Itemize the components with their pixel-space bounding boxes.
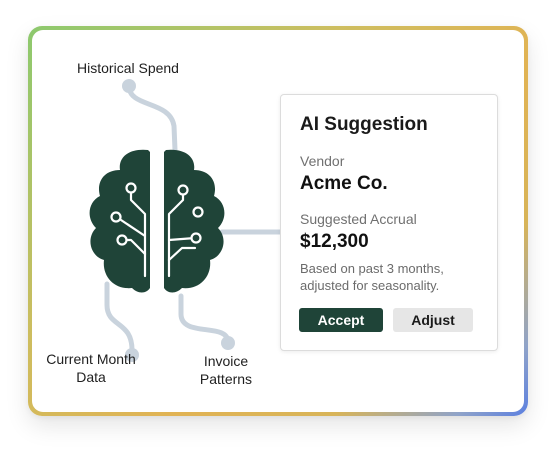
accrual-label: Suggested Accrual [300, 211, 417, 227]
brain-right-hemisphere [164, 149, 225, 293]
connector-invoice [178, 293, 231, 345]
brain-left-hemisphere [89, 149, 150, 293]
input-label-invoice-patterns: Invoice Patterns [199, 353, 253, 387]
brain-circuit-icon [89, 149, 225, 293]
vendor-value: Acme Co. [300, 173, 388, 194]
card-title: AI Suggestion [300, 114, 428, 135]
historical-dot [122, 79, 136, 93]
input-label-current-month-data: Current Month Data [46, 351, 136, 385]
ai-suggestion-card: AI Suggestion Vendor Acme Co. Suggested … [280, 94, 498, 351]
accept-button[interactable]: Accept [299, 308, 383, 332]
input-label-historical-spend: Historical Spend [77, 60, 179, 76]
adjust-button[interactable]: Adjust [393, 308, 473, 332]
accrual-value: $12,300 [300, 231, 369, 252]
vendor-label: Vendor [300, 153, 345, 169]
connector-current [104, 281, 135, 355]
connector-historical [126, 83, 178, 153]
invoice-dot [221, 336, 235, 350]
suggestion-note: Based on past 3 months, adjusted for sea… [300, 261, 444, 293]
ai-suggestion-illustration: Historical Spend Current Month Data Invo… [0, 0, 560, 451]
